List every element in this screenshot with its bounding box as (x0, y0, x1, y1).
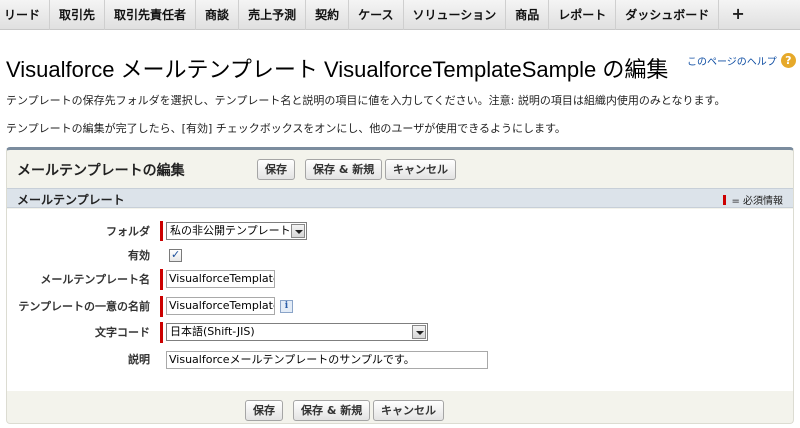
description-label: 説明 (128, 353, 150, 366)
template-name-required-marker (160, 269, 163, 290)
active-checkbox[interactable] (169, 248, 182, 262)
help-link-label: このページのヘルプ (687, 57, 777, 68)
save-button-top[interactable]: 保存 (257, 159, 295, 180)
encoding-label: 文字コード (95, 326, 150, 339)
tab-opportunities[interactable]: 商談 (196, 0, 240, 30)
tab-contacts[interactable]: 取引先責任者 (105, 0, 197, 30)
encoding-select[interactable]: 日本語(Shift-JIS) (166, 323, 428, 341)
section-title: メールテンプレート (17, 193, 125, 207)
save-new-button-top[interactable]: 保存 & 新規 (305, 159, 383, 180)
panel-footer: 保存 保存 & 新規 キャンセル (7, 392, 793, 424)
tab-cases[interactable]: ケース (349, 0, 404, 30)
save-button-bottom[interactable]: 保存 (245, 400, 283, 421)
required-marker-icon (723, 194, 727, 205)
section-header: メールテンプレート = 必須情報 (7, 188, 793, 208)
tab-leads[interactable]: リード (0, 0, 51, 30)
tab-products[interactable]: 商品 (506, 0, 550, 30)
edit-panel: メールテンプレートの編集 保存 保存 & 新規 キャンセル メールテンプレート … (6, 147, 794, 424)
folder-label: フォルダ (106, 225, 150, 238)
folder-chevron-down-icon (291, 224, 305, 238)
help-question-icon: ? (780, 53, 796, 68)
unique-name-required-marker (160, 296, 163, 317)
panel-header: メールテンプレートの編集 保存 保存 & 新規 キャンセル (7, 150, 793, 186)
tab-accounts[interactable]: 取引先 (50, 0, 106, 30)
help-link[interactable]: このページのヘルプ ? (687, 53, 796, 68)
all-tabs-plus-icon[interactable]: + (719, 0, 756, 30)
required-legend-label: = 必須情報 (731, 196, 783, 207)
folder-required-marker (160, 221, 163, 241)
template-name-input[interactable]: VisualforceTemplateSample (166, 270, 275, 288)
tab-solutions[interactable]: ソリューション (404, 0, 507, 30)
tab-dashboards[interactable]: ダッシュボード (616, 0, 720, 30)
cancel-button-bottom[interactable]: キャンセル (373, 400, 444, 421)
unique-name-input[interactable]: VisualforceTemplateSample (166, 297, 275, 315)
form-body: フォルダ 私の非公開テンプレート 有効 メールテンプレート名 Visualfor… (7, 209, 793, 391)
description-input[interactable]: Visualforceメールテンプレートのサンプルです。 (166, 351, 488, 369)
template-name-label: メールテンプレート名 (40, 273, 150, 286)
tab-reports[interactable]: レポート (549, 0, 617, 30)
info-icon[interactable]: i (280, 300, 293, 313)
encoding-select-value: 日本語(Shift-JIS) (170, 325, 255, 338)
folder-select-value: 私の非公開テンプレート (170, 224, 291, 237)
top-nav-bar: リード 取引先 取引先責任者 商談 売上予測 契約 ケース ソリューション 商品… (0, 0, 800, 30)
required-legend: = 必須情報 (723, 192, 783, 207)
save-new-button-bottom[interactable]: 保存 & 新規 (293, 400, 371, 421)
panel-title: メールテンプレートの編集 (17, 162, 185, 178)
active-label: 有効 (128, 249, 150, 262)
instructions-line-2: テンプレートの編集が完了したら、[有効] チェックボックスをオンにし、他のユーザ… (6, 122, 566, 135)
encoding-required-marker (160, 322, 163, 343)
page-title: Visualforce メールテンプレート VisualforceTemplat… (6, 57, 669, 82)
folder-select[interactable]: 私の非公開テンプレート (166, 222, 307, 240)
cancel-button-top[interactable]: キャンセル (385, 159, 456, 180)
unique-name-label: テンプレートの一意の名前 (18, 300, 150, 313)
encoding-chevron-down-icon (412, 325, 426, 339)
tab-contracts[interactable]: 契約 (306, 0, 350, 30)
tab-forecasts[interactable]: 売上予測 (239, 0, 307, 30)
instructions-line-1: テンプレートの保存先フォルダを選択し、テンプレート名と説明の項目に値を入力してく… (6, 94, 726, 107)
